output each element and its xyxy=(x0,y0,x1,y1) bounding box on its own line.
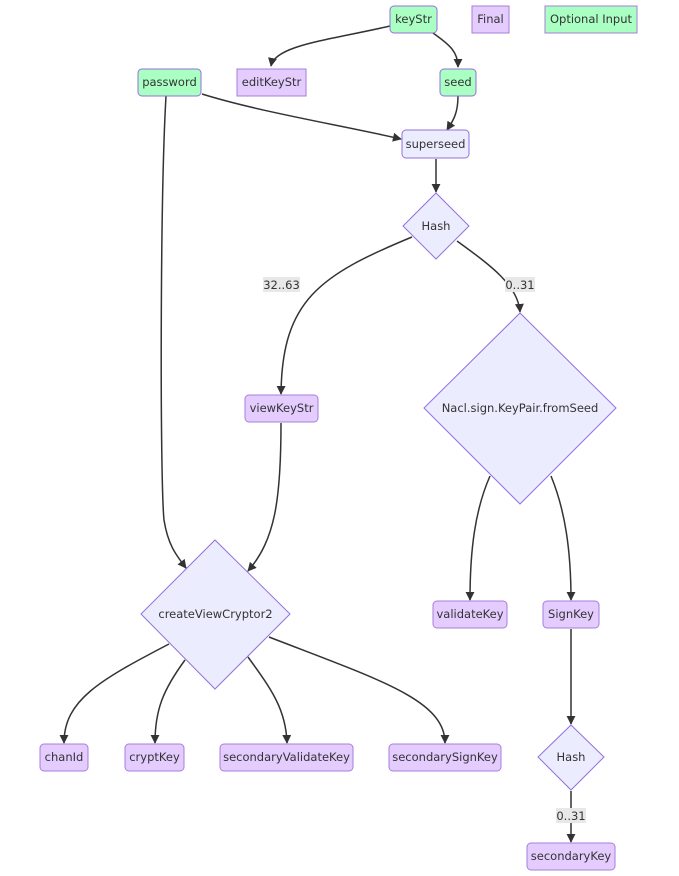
node-editkeystr-label: editKeyStr xyxy=(242,75,302,89)
node-secondarykey-label: secondaryKey xyxy=(531,849,612,863)
edge-nacl-validatekey xyxy=(465,475,491,601)
node-keystr[interactable]: keyStr xyxy=(389,5,438,34)
node-seed[interactable]: seed xyxy=(439,68,477,97)
node-createviewcryptor2-label: createViewCryptor2 xyxy=(158,607,272,621)
node-viewkeystr-label: viewKeyStr xyxy=(250,401,314,415)
edge-nacl-signkey xyxy=(550,475,576,601)
node-signkey[interactable]: SignKey xyxy=(542,600,600,629)
edge-label-32-63: 32..63 xyxy=(263,277,300,292)
edge-label-text: 0..31 xyxy=(505,278,534,292)
flowchart-diagram: 32..63 0..31 0..31 Final Optional Input … xyxy=(39,5,638,871)
node-hash-1-label: Hash xyxy=(422,219,451,233)
edge-createviewcryptor2-cryptkey xyxy=(150,659,186,744)
node-secondarykey[interactable]: secondaryKey xyxy=(526,842,616,871)
node-nacl-keypair-label: Nacl.sign.KeyPair.fromSeed xyxy=(442,401,599,415)
edge-label-text: 0..31 xyxy=(556,809,585,823)
node-superseed[interactable]: superseed xyxy=(401,129,470,159)
edge-password-createviewcryptor2 xyxy=(160,95,187,569)
node-secondaryvalidatekey-label: secondaryValidateKey xyxy=(223,750,350,764)
node-hash-2-label: Hash xyxy=(557,750,586,764)
edge-label-secondary-0-31: 0..31 xyxy=(556,808,586,823)
node-password[interactable]: password xyxy=(137,68,202,97)
edge-hash1-viewkeystr xyxy=(276,236,413,395)
edge-createviewcryptor2-secondaryvalidatekey xyxy=(247,656,292,744)
legend-final: Final xyxy=(471,5,510,34)
node-createviewcryptor2[interactable]: createViewCryptor2 xyxy=(140,539,291,690)
legend-optional-input: Optional Input xyxy=(544,5,638,34)
node-keystr-label: keyStr xyxy=(395,12,432,26)
legend-optional-input-label: Optional Input xyxy=(550,12,633,26)
node-hash-1[interactable]: Hash xyxy=(402,192,470,260)
node-signkey-label: SignKey xyxy=(548,607,594,621)
node-editkeystr[interactable]: editKeyStr xyxy=(236,68,307,97)
edge-keystr-seed xyxy=(432,32,463,68)
edge-seed-superseed xyxy=(446,95,459,131)
node-nacl-keypair[interactable]: Nacl.sign.KeyPair.fromSeed xyxy=(423,312,617,505)
node-viewkeystr[interactable]: viewKeyStr xyxy=(244,394,319,423)
node-hash-2[interactable]: Hash xyxy=(537,724,605,791)
node-cryptkey[interactable]: cryptKey xyxy=(124,743,185,772)
node-secondarysignkey-label: secondarySignKey xyxy=(392,750,498,764)
node-validatekey[interactable]: validateKey xyxy=(432,600,508,629)
edge-label-text: 32..63 xyxy=(263,278,300,292)
node-chanid-label: chanId xyxy=(45,750,84,764)
node-superseed-label: superseed xyxy=(406,137,466,151)
legend-final-label: Final xyxy=(477,12,504,26)
node-chanid[interactable]: chanId xyxy=(39,743,89,772)
node-validatekey-label: validateKey xyxy=(436,607,503,621)
node-secondarysignkey[interactable]: secondarySignKey xyxy=(388,743,502,772)
edge-createviewcryptor2-secondarysignkey xyxy=(268,636,450,744)
edge-viewkeystr-createviewcryptor2 xyxy=(247,422,282,572)
edge-hash1-nacl xyxy=(456,240,524,313)
node-secondaryvalidatekey[interactable]: secondaryValidateKey xyxy=(219,743,354,772)
edge-label-0-31: 0..31 xyxy=(505,277,535,292)
edge-createviewcryptor2-chanid xyxy=(59,643,170,744)
edge-keystr-editkeystr xyxy=(268,25,391,67)
edge-password-superseed xyxy=(201,93,402,142)
node-password-label: password xyxy=(142,75,197,89)
node-seed-label: seed xyxy=(444,75,471,89)
node-cryptkey-label: cryptKey xyxy=(129,750,180,764)
